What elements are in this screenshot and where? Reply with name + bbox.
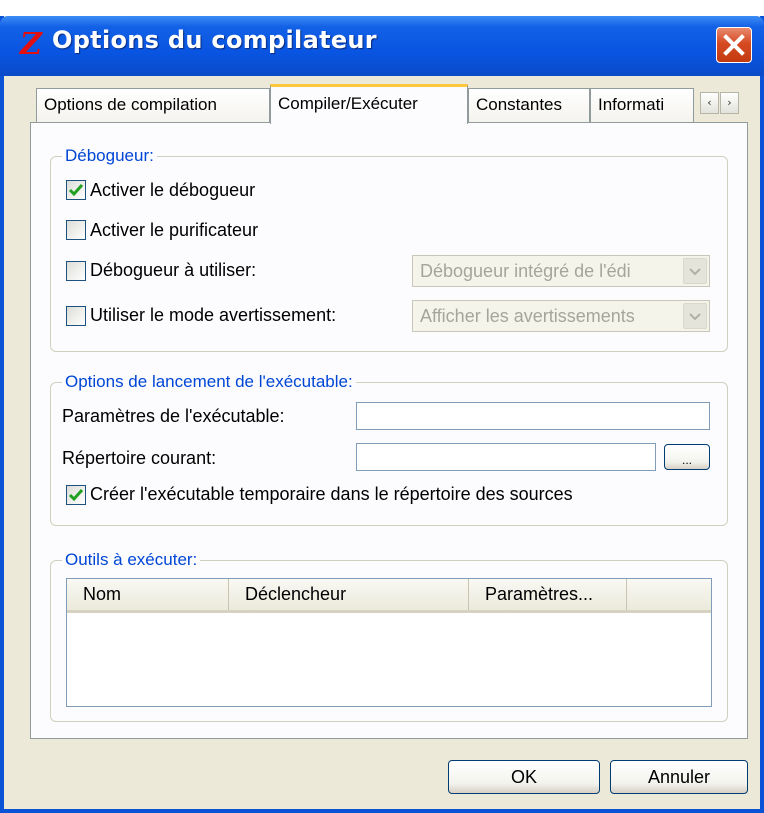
warning-mode-dropdown-button[interactable] (683, 303, 707, 329)
debugger-legend: Débogueur: (62, 146, 157, 166)
tab-scroll-right-button[interactable]: › (720, 92, 739, 114)
executable-parameters-label: Paramètres de l'exécutable: (62, 406, 285, 426)
debugger-to-use-label[interactable]: Débogueur à utiliser: (90, 260, 256, 281)
enable-purifier-label[interactable]: Activer le purificateur (90, 220, 258, 241)
tab-scroll-left-button[interactable]: ‹ (700, 92, 719, 114)
enable-debugger-checkbox[interactable] (66, 180, 86, 200)
column-header-nom[interactable]: Nom (67, 579, 229, 610)
browse-directory-button[interactable]: ... (664, 444, 710, 470)
ok-button[interactable]: OK (448, 760, 600, 794)
tools-list-header: Nom Déclencheur Paramètres... (67, 579, 711, 613)
enable-purifier-checkbox[interactable] (66, 220, 86, 240)
launch-options-legend: Options de lancement de l'exécutable: (62, 372, 356, 392)
warning-mode-select[interactable]: Afficher les avertissements (412, 300, 710, 332)
checkmark-icon (68, 489, 84, 502)
column-header-parametres[interactable]: Paramètres... (469, 579, 627, 610)
enable-debugger-label[interactable]: Activer le débogueur (90, 180, 255, 201)
tab-informations[interactable]: Informati (590, 88, 694, 122)
app-logo-icon: Z (20, 27, 42, 62)
warning-mode-checkbox[interactable] (66, 306, 86, 326)
temp-executable-label[interactable]: Créer l'exécutable temporaire dans le ré… (90, 484, 573, 505)
current-directory-label: Répertoire courant: (62, 448, 217, 468)
debugger-select[interactable]: Débogueur intégré de l'édi (412, 255, 710, 287)
tab-options-de-compilation[interactable]: Options de compilation (36, 88, 270, 122)
executable-parameters-input[interactable] (356, 402, 710, 430)
current-directory-input[interactable] (356, 443, 656, 471)
tab-compiler-executer[interactable]: Compiler/Exécuter (270, 84, 468, 124)
close-icon (723, 34, 745, 56)
tools-legend: Outils à exécuter: (62, 550, 201, 570)
checkmark-icon (68, 184, 84, 197)
warning-mode-select-value: Afficher les avertissements (420, 306, 635, 326)
tab-constantes[interactable]: Constantes (468, 88, 590, 122)
chevron-down-icon (689, 268, 701, 276)
temp-executable-checkbox[interactable] (66, 485, 86, 505)
background-window-strip (0, 0, 764, 16)
debugger-to-use-checkbox[interactable] (66, 261, 86, 281)
debugger-select-value: Débogueur intégré de l'édi (420, 261, 631, 281)
column-header-declencheur[interactable]: Déclencheur (229, 579, 469, 610)
cancel-button[interactable]: Annuler (610, 760, 748, 794)
warning-mode-label[interactable]: Utiliser le mode avertissement: (90, 305, 336, 326)
chevron-down-icon (689, 313, 701, 321)
debugger-select-dropdown-button[interactable] (683, 258, 707, 284)
tools-list[interactable]: Nom Déclencheur Paramètres... (66, 578, 712, 707)
close-button[interactable] (716, 27, 752, 63)
window-title: Options du compilateur (52, 26, 377, 54)
